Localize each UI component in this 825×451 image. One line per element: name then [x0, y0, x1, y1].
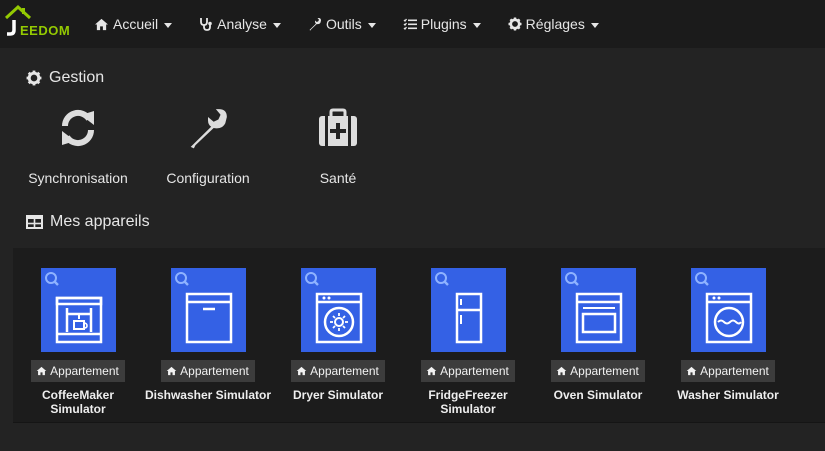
plugin-badge-icon [694, 272, 709, 286]
stethoscope-icon [200, 18, 212, 31]
plugin-badge-icon [304, 272, 319, 286]
jeedom-logo[interactable]: EEDOM [0, 0, 80, 48]
room-badge: Appartement [161, 360, 255, 382]
devices-panel: Appartement CoffeeMaker Simulator Appart… [13, 248, 825, 423]
list-icon [403, 18, 417, 30]
synchronisation-label: Synchronisation [28, 170, 128, 186]
room-label: Appartement [700, 364, 769, 378]
medical-kit-icon [319, 108, 357, 146]
nav-outils-label: Outils [325, 16, 362, 32]
device-name: CoffeeMaker Simulator [41, 388, 115, 416]
room-label: Appartement [50, 364, 119, 378]
plugin-badge-icon [44, 272, 59, 286]
nav-accueil-label: Accueil [113, 16, 159, 32]
device-tile[interactable] [170, 268, 246, 352]
device-name: Dryer Simulator [292, 388, 384, 402]
configuration-label: Configuration [166, 170, 250, 186]
chevron-down-icon [272, 22, 281, 28]
appareils-heading: Mes appareils [26, 213, 150, 231]
nav-analyse-label: Analyse [217, 16, 267, 32]
logo-text: EEDOM [20, 23, 71, 38]
device-card-fridgefreezer[interactable]: Appartement FridgeFreezer Simulator [403, 268, 533, 416]
top-navbar: EEDOM Accueil Analyse Outils Plugins Rég… [0, 0, 825, 48]
synchronisation-button[interactable]: Synchronisation [23, 104, 133, 186]
home-icon [426, 366, 437, 376]
coffee-maker-icon [55, 296, 102, 344]
device-name: Dishwasher Simulator [144, 388, 272, 402]
nav-outils[interactable]: Outils [308, 16, 376, 32]
table-icon [26, 215, 43, 229]
plugin-badge-icon [434, 272, 449, 286]
device-tile[interactable] [560, 268, 636, 352]
configuration-button[interactable]: Configuration [153, 104, 263, 186]
device-tile[interactable] [40, 268, 116, 352]
oven-icon [575, 292, 622, 344]
home-icon [296, 366, 307, 376]
cog-icon [26, 70, 42, 86]
room-label: Appartement [310, 364, 379, 378]
room-label: Appartement [180, 364, 249, 378]
plugin-badge-icon [174, 272, 189, 286]
nav-reglages[interactable]: Réglages [508, 16, 599, 32]
nav-plugins[interactable]: Plugins [403, 16, 481, 32]
wrench-icon [190, 109, 227, 149]
main-menu: Accueil Analyse Outils Plugins Réglages [94, 16, 626, 32]
room-badge: Appartement [291, 360, 385, 382]
device-card-coffeemaker[interactable]: Appartement CoffeeMaker Simulator [13, 268, 143, 416]
sync-icon [61, 109, 95, 147]
chevron-down-icon [590, 22, 599, 28]
nav-reglages-label: Réglages [525, 16, 585, 32]
nav-accueil[interactable]: Accueil [94, 16, 173, 32]
device-card-oven[interactable]: Appartement Oven Simulator [533, 268, 663, 402]
washer-icon [705, 292, 752, 344]
device-name: Washer Simulator [677, 388, 779, 402]
fridge-icon [455, 292, 482, 344]
chevron-down-icon [367, 22, 376, 28]
device-card-dryer[interactable]: Appartement Dryer Simulator [273, 268, 403, 402]
device-card-washer[interactable]: Appartement Washer Simulator [663, 268, 793, 402]
appareils-title: Mes appareils [50, 213, 150, 230]
nav-analyse[interactable]: Analyse [199, 16, 281, 32]
chevron-down-icon [472, 22, 481, 28]
chevron-down-icon [164, 22, 173, 28]
sante-button[interactable]: Santé [283, 104, 393, 186]
device-name: Oven Simulator [553, 388, 643, 402]
home-icon [36, 366, 47, 376]
dryer-icon [315, 292, 362, 344]
plugin-badge-icon [564, 272, 579, 286]
room-badge: Appartement [681, 360, 775, 382]
home-icon [95, 18, 108, 30]
wrench-icon [309, 18, 321, 31]
device-tile[interactable] [690, 268, 766, 352]
gestion-heading: Gestion [26, 69, 104, 87]
home-icon [166, 366, 177, 376]
device-tile[interactable] [430, 268, 506, 352]
room-label: Appartement [440, 364, 509, 378]
room-badge: Appartement [551, 360, 645, 382]
room-badge: Appartement [31, 360, 125, 382]
room-label: Appartement [570, 364, 639, 378]
device-card-dishwasher[interactable]: Appartement Dishwasher Simulator [143, 268, 273, 402]
nav-plugins-label: Plugins [420, 16, 467, 32]
device-name: FridgeFreezer Simulator [428, 388, 508, 416]
home-icon [686, 366, 697, 376]
sante-label: Santé [319, 170, 357, 186]
home-icon [556, 366, 567, 376]
cog-icon [508, 17, 522, 31]
dishwasher-icon [185, 292, 232, 344]
gestion-title: Gestion [49, 69, 105, 86]
room-badge: Appartement [421, 360, 515, 382]
device-tile[interactable] [300, 268, 376, 352]
